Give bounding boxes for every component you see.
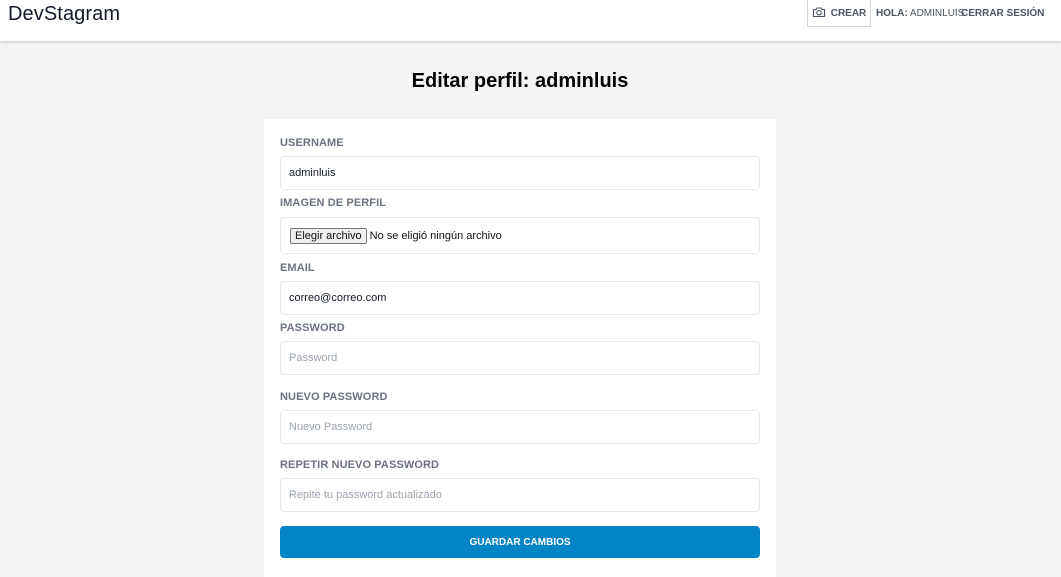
choose-file-button[interactable]: Elegir archivo (290, 227, 367, 244)
repeat-password-input[interactable] (280, 478, 760, 512)
password-input[interactable] (280, 341, 760, 375)
edit-profile-form: USERNAME IMAGEN DE PERFIL Elegir archivo… (264, 119, 776, 577)
save-changes-button[interactable]: GUARDAR CAMBIOS (280, 526, 760, 558)
profile-image-label: IMAGEN DE PERFIL (280, 197, 387, 209)
password-label: PASSWORD (280, 322, 345, 334)
top-navbar: DevStagram CREAR HOLA: ADMINLUIS CERRAR … (0, 0, 1061, 41)
email-input[interactable] (280, 281, 760, 315)
repeat-password-label: REPETIR NUEVO PASSWORD (280, 459, 440, 471)
user-greeting: HOLA: ADMINLUIS (876, 8, 964, 19)
new-password-input[interactable] (280, 410, 760, 444)
logout-button[interactable]: CERRAR SESIÓN (961, 8, 1044, 19)
profile-image-file-input[interactable]: Elegir archivo No se eligió ningún archi… (280, 217, 760, 254)
new-password-label: NUEVO PASSWORD (280, 391, 388, 403)
file-status-text: No se eligió ningún archivo (369, 229, 502, 242)
create-post-button[interactable]: CREAR (807, 0, 871, 27)
camera-icon (812, 6, 826, 21)
greeting-prefix: HOLA: (876, 8, 908, 19)
brand-logo[interactable]: DevStagram (8, 3, 120, 26)
username-input[interactable] (280, 156, 760, 190)
username-label: USERNAME (280, 137, 344, 149)
email-label: EMAIL (280, 262, 315, 274)
create-post-label: CREAR (830, 7, 867, 19)
greeting-username[interactable]: ADMINLUIS (910, 8, 964, 19)
page-title: Editar perfil: adminluis (411, 70, 629, 92)
